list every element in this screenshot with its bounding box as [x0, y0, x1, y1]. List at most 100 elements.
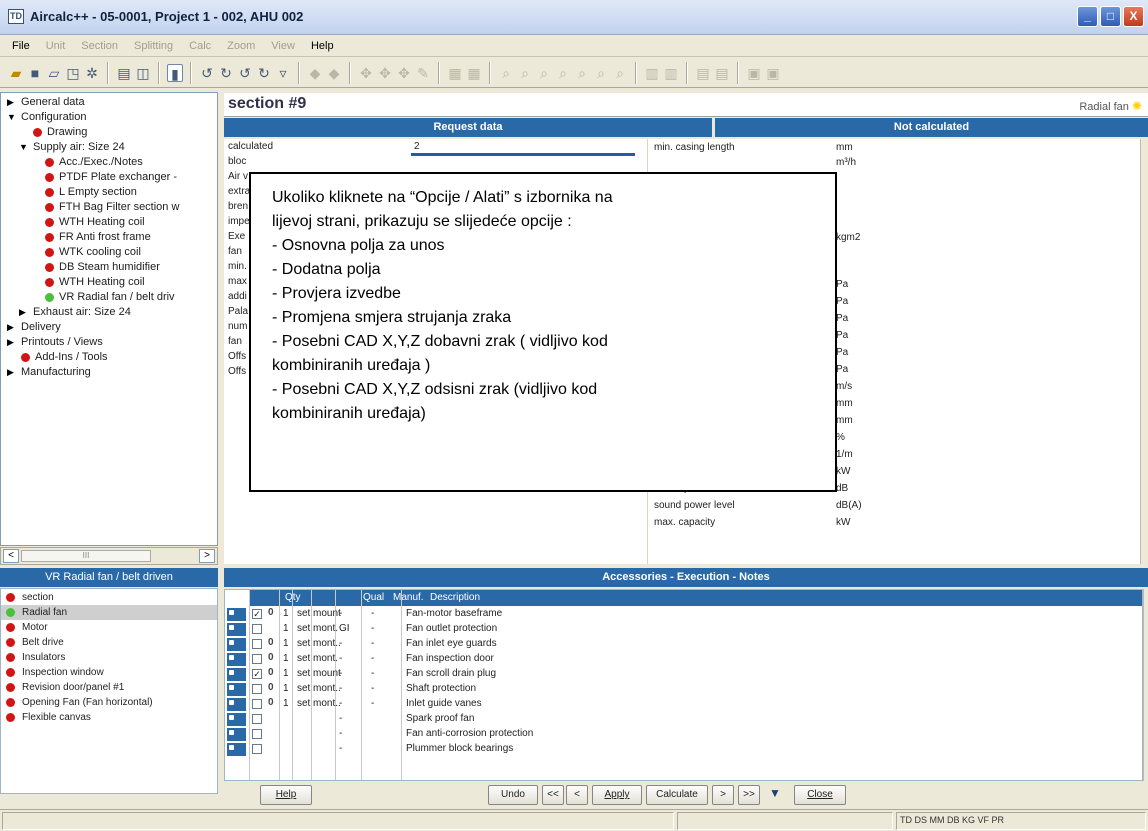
component-item[interactable]: Belt drive — [1, 635, 217, 650]
apply-button[interactable]: Apply — [592, 785, 642, 805]
table-row[interactable]: ✓ 0 1 set mount - - Fan-motor baseframe — [225, 607, 1142, 622]
cell-qual[interactable]: - — [339, 743, 342, 754]
results-scrollbar[interactable] — [1140, 139, 1148, 564]
cell-qual[interactable]: - — [339, 683, 342, 694]
component-item[interactable]: Inspection window — [1, 665, 217, 680]
layout-icon[interactable]: ▣ — [746, 64, 762, 82]
table-row[interactable]: - Spark proof fan — [225, 712, 1142, 727]
filter-icon[interactable]: ▼ — [769, 786, 781, 800]
undo-button[interactable]: Undo — [488, 785, 538, 805]
cell-qual[interactable]: GI — [339, 623, 350, 634]
cell-qual[interactable]: - — [339, 608, 342, 619]
tree-node[interactable]: FTH Bag Filter section w — [1, 200, 217, 215]
zoom-icon[interactable]: ⌕ — [593, 64, 609, 82]
component-item[interactable]: Opening Fan (Fan horizontal) — [1, 695, 217, 710]
layout-icon[interactable]: ▤ — [695, 64, 711, 82]
zoom-icon[interactable]: ⌕ — [555, 64, 571, 82]
table-row[interactable]: 0 1 set mont.. - - Inlet guide vanes — [225, 697, 1142, 712]
cell-unit[interactable]: set — [297, 698, 310, 709]
request-value-field[interactable]: 2 — [414, 141, 420, 152]
cell-mount[interactable]: mont. — [313, 653, 338, 664]
cell-mount[interactable]: mount — [313, 608, 341, 619]
cell-mount[interactable]: mont. — [313, 623, 338, 634]
rotate-left-icon[interactable]: ↺ — [199, 64, 215, 82]
zoom-icon[interactable]: ⌕ — [498, 64, 514, 82]
tree-node[interactable]: ▼ Supply air: Size 24 — [1, 140, 217, 155]
scroll-thumb[interactable]: III — [21, 550, 151, 562]
tree-node[interactable]: VR Radial fan / belt driv — [1, 290, 217, 305]
component-item[interactable]: Revision door/panel #1 — [1, 680, 217, 695]
row-checkbox[interactable] — [252, 684, 262, 694]
row-checkbox[interactable] — [252, 699, 262, 709]
cell-manuf[interactable]: - — [371, 623, 374, 634]
grid-icon[interactable]: ▦ — [466, 64, 482, 82]
layout-icon[interactable]: ▤ — [714, 64, 730, 82]
zoom-icon[interactable]: ⌕ — [517, 64, 533, 82]
tree-node[interactable]: Add-Ins / Tools — [1, 350, 217, 365]
menu-zoom[interactable]: Zoom — [227, 40, 255, 52]
move-icon[interactable]: ✥ — [396, 64, 412, 82]
cell-qual[interactable]: - — [339, 728, 342, 739]
cell-unit[interactable]: set — [297, 638, 310, 649]
cell-qty[interactable]: 1 — [283, 608, 289, 619]
settings-icon[interactable]: ✲ — [84, 64, 100, 82]
book-icon[interactable]: ◫ — [135, 64, 151, 82]
prev-button[interactable]: < — [566, 785, 588, 805]
tree-node[interactable]: WTH Heating coil — [1, 215, 217, 230]
menu-file[interactable]: File — [12, 40, 30, 52]
pencil-icon[interactable]: ✎ — [415, 64, 431, 82]
row-checkbox[interactable] — [252, 744, 262, 754]
minimize-button[interactable]: _ — [1077, 6, 1098, 27]
tree-node[interactable]: Acc./Exec./Notes — [1, 155, 217, 170]
cell-qual[interactable]: - — [339, 668, 342, 679]
table-row[interactable]: - Plummer block bearings — [225, 742, 1142, 757]
tree-node[interactable]: ▼ Configuration — [1, 110, 217, 125]
move-icon[interactable]: ✥ — [358, 64, 374, 82]
scroll-right-arrow-icon[interactable]: > — [199, 549, 215, 563]
close-button[interactable]: Close — [794, 785, 846, 805]
component-item[interactable]: Radial fan — [1, 605, 217, 620]
menu-unit[interactable]: Unit — [46, 40, 66, 52]
save-icon[interactable]: ■ — [27, 64, 43, 82]
cell-unit[interactable]: set — [297, 683, 310, 694]
rotate-right-icon[interactable]: ↻ — [218, 64, 234, 82]
expand-arrow-icon[interactable]: ▶ — [19, 305, 26, 320]
first-button[interactable]: << — [542, 785, 564, 805]
row-checkbox[interactable] — [252, 639, 262, 649]
export-icon[interactable]: ▱ — [46, 64, 62, 82]
tree-node[interactable]: ▶ Printouts / Views — [1, 335, 217, 350]
menu-splitting[interactable]: Splitting — [134, 40, 173, 52]
table-row[interactable]: - Fan anti-corrosion protection — [225, 727, 1142, 742]
cell-manuf[interactable]: - — [371, 653, 374, 664]
table-row[interactable]: 0 1 set mont.. - - Fan inlet eye guards — [225, 637, 1142, 652]
help-button[interactable]: Help — [260, 785, 312, 805]
tree-node[interactable]: FR Anti frost frame — [1, 230, 217, 245]
tree-node[interactable]: Drawing — [1, 125, 217, 140]
tool-icon[interactable]: ◆ — [326, 64, 342, 82]
lock-icon[interactable]: ▮ — [167, 63, 183, 82]
menu-calc[interactable]: Calc — [189, 40, 211, 52]
menu-help[interactable]: Help — [311, 40, 334, 52]
last-button[interactable]: >> — [738, 785, 760, 805]
filter-icon[interactable]: ▿ — [275, 64, 291, 82]
rotate-right-all-icon[interactable]: ↻ — [256, 64, 272, 82]
layout-icon[interactable]: ▥ — [663, 64, 679, 82]
row-checkbox[interactable] — [252, 729, 262, 739]
layout-icon[interactable]: ▣ — [765, 64, 781, 82]
zoom-icon[interactable]: ⌕ — [574, 64, 590, 82]
cell-unit[interactable]: set — [297, 653, 310, 664]
tree-node[interactable]: DB Steam humidifier — [1, 260, 217, 275]
rotate-left-all-icon[interactable]: ↺ — [237, 64, 253, 82]
menu-section[interactable]: Section — [81, 40, 118, 52]
row-checkbox[interactable]: ✓ — [252, 609, 262, 619]
tool-icon[interactable]: ◆ — [307, 64, 323, 82]
cell-unit[interactable]: set — [297, 608, 310, 619]
tree-node[interactable]: ▶ Manufacturing — [1, 365, 217, 380]
close-window-button[interactable]: X — [1123, 6, 1144, 27]
expand-arrow-icon[interactable]: ▶ — [7, 365, 14, 380]
cell-qual[interactable]: - — [339, 713, 342, 724]
tree-node[interactable]: WTH Heating coil — [1, 275, 217, 290]
accessories-scrollbar[interactable] — [1143, 589, 1148, 781]
zoom-icon[interactable]: ⌕ — [536, 64, 552, 82]
component-item[interactable]: section — [1, 590, 217, 605]
